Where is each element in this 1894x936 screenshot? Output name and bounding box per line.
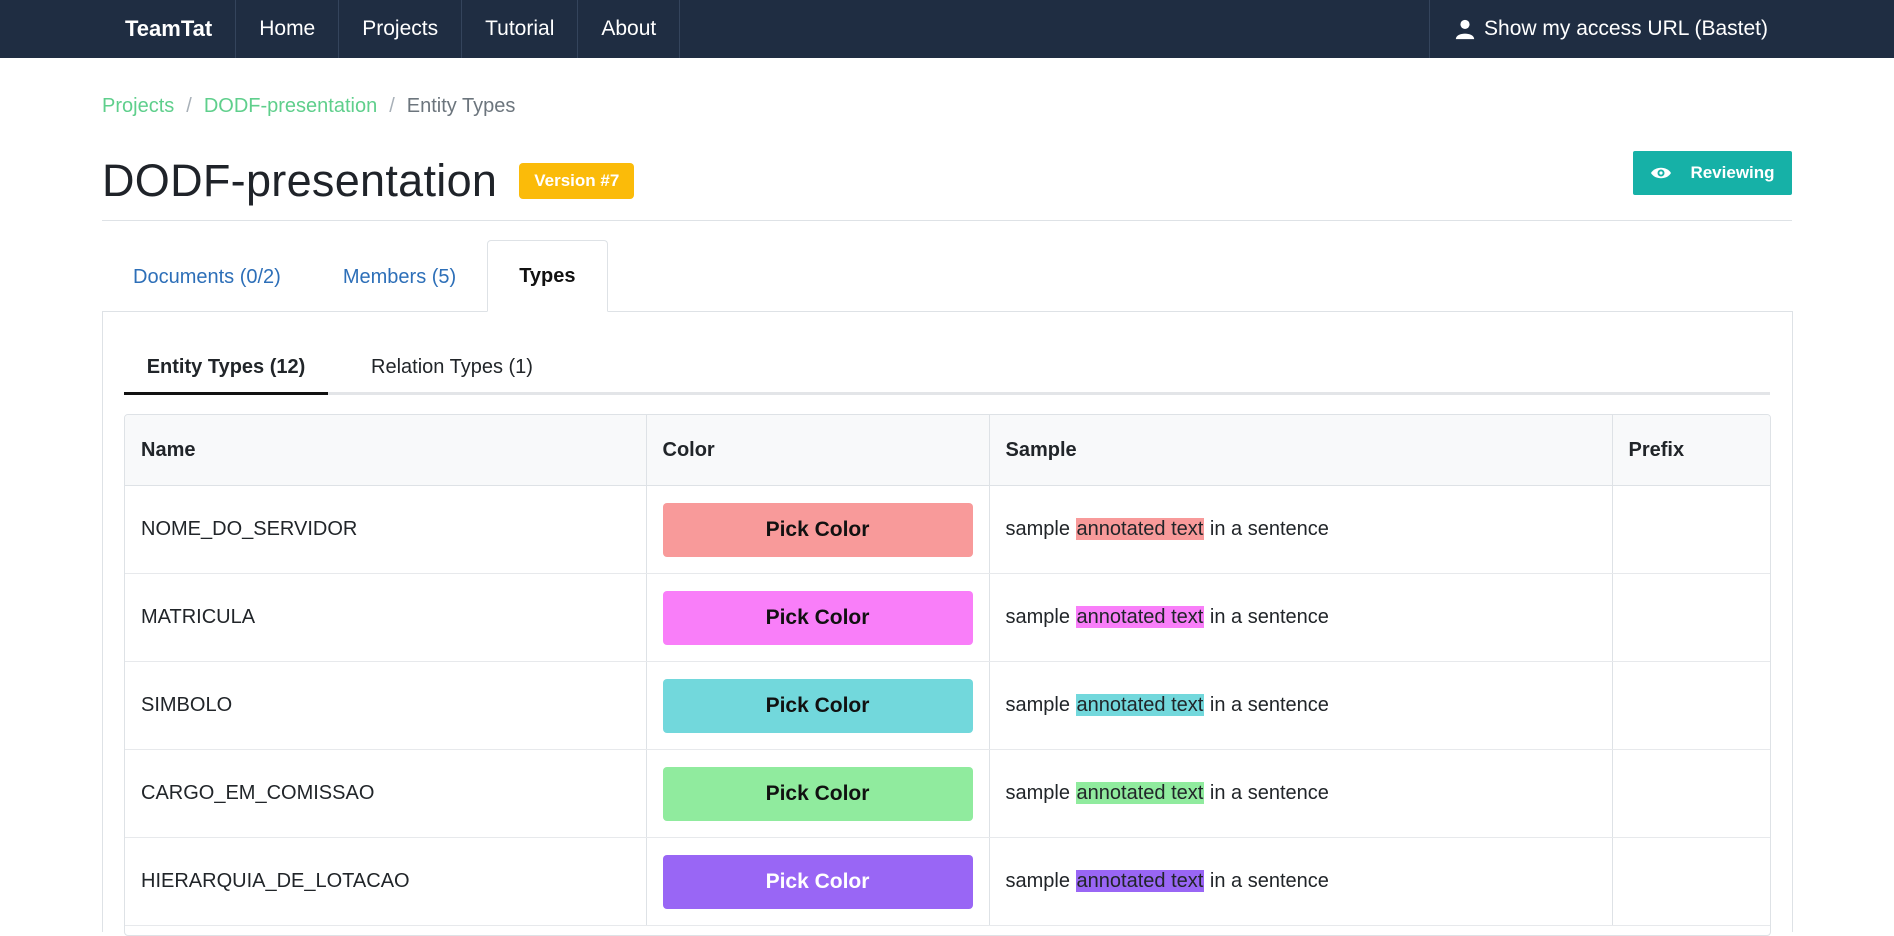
sample-before: sample bbox=[1005, 606, 1070, 628]
sample-text: sample annotated text in a sentence bbox=[989, 573, 1613, 662]
type-prefix bbox=[1612, 661, 1770, 750]
access-url-link[interactable]: Show my access URL (Bastet) bbox=[1429, 0, 1792, 58]
type-prefix bbox=[1612, 485, 1770, 574]
sample-text: sample annotated text in a sentence bbox=[989, 661, 1613, 750]
sample-text: sample annotated text in a sentence bbox=[989, 749, 1613, 838]
breadcrumb-project[interactable]: DODF-presentation bbox=[204, 95, 377, 118]
reviewing-button[interactable]: Reviewing bbox=[1633, 151, 1792, 195]
sample-after: in a sentence bbox=[1209, 606, 1329, 628]
column-header-sample: Sample bbox=[989, 415, 1613, 486]
sample-text: sample annotated text in a sentence bbox=[989, 837, 1613, 926]
column-header-name: Name bbox=[125, 415, 647, 486]
sample-before: sample bbox=[1005, 870, 1070, 892]
reviewing-label: Reviewing bbox=[1690, 163, 1775, 182]
user-icon bbox=[1455, 19, 1475, 40]
column-header-color: Color bbox=[646, 415, 990, 486]
table-header-row: Name Color Sample Prefix bbox=[125, 415, 1770, 486]
sample-after: in a sentence bbox=[1209, 694, 1329, 716]
breadcrumb: Projects / DODF-presentation / Entity Ty… bbox=[102, 95, 515, 118]
sample-highlight: annotated text bbox=[1075, 782, 1205, 804]
sample-highlight: annotated text bbox=[1075, 606, 1205, 628]
sample-after: in a sentence bbox=[1209, 518, 1329, 540]
page-title: DODF-presentation bbox=[102, 155, 498, 206]
tab-documents[interactable]: Documents (0/2) bbox=[102, 242, 312, 312]
title-row: DODF-presentation Version #7 bbox=[102, 155, 635, 207]
table-row: NOME_DO_SERVIDOR Pick Color sample annot… bbox=[125, 485, 1770, 574]
tab-members[interactable]: Members (5) bbox=[312, 242, 487, 312]
breadcrumb-projects[interactable]: Projects bbox=[102, 95, 174, 118]
sample-highlight: annotated text bbox=[1075, 870, 1205, 892]
sample-after: in a sentence bbox=[1209, 870, 1329, 892]
nav-home[interactable]: Home bbox=[235, 0, 338, 58]
sample-before: sample bbox=[1005, 782, 1070, 804]
type-name: MATRICULA bbox=[125, 573, 647, 662]
pick-color-button[interactable]: Pick Color bbox=[662, 766, 973, 821]
table-row: CARGO_EM_COMISSAO Pick Color sample anno… bbox=[125, 749, 1770, 838]
type-name: NOME_DO_SERVIDOR bbox=[125, 485, 647, 574]
top-navbar: TeamTat Home Projects Tutorial About Sho… bbox=[0, 0, 1894, 58]
nav-about[interactable]: About bbox=[577, 0, 681, 58]
sample-after: in a sentence bbox=[1209, 782, 1329, 804]
type-prefix bbox=[1612, 837, 1770, 926]
main-tabs: Documents (0/2) Members (5) Types bbox=[102, 240, 608, 312]
pick-color-button[interactable]: Pick Color bbox=[662, 590, 973, 645]
table-row: MATRICULA Pick Color sample annotated te… bbox=[125, 573, 1770, 662]
sample-before: sample bbox=[1005, 694, 1070, 716]
breadcrumb-separator: / bbox=[186, 95, 192, 117]
type-prefix bbox=[1612, 749, 1770, 838]
subtab-relation-types[interactable]: Relation Types (1) bbox=[352, 342, 552, 392]
pick-color-button[interactable]: Pick Color bbox=[662, 854, 973, 909]
entity-types-table: Name Color Sample Prefix NOME_DO_SERVIDO… bbox=[124, 414, 1771, 936]
nav-tutorial[interactable]: Tutorial bbox=[461, 0, 577, 58]
divider bbox=[102, 220, 1792, 221]
type-prefix bbox=[1612, 573, 1770, 662]
table-row: HIERARQUIA_DE_LOTACAO Pick Color sample … bbox=[125, 837, 1770, 926]
type-name: CARGO_EM_COMISSAO bbox=[125, 749, 647, 838]
sample-text: sample annotated text in a sentence bbox=[989, 485, 1613, 574]
type-name: HIERARQUIA_DE_LOTACAO bbox=[125, 837, 647, 926]
version-badge: Version #7 bbox=[519, 163, 635, 199]
nav-projects[interactable]: Projects bbox=[338, 0, 461, 58]
table-row: SIMBOLO Pick Color sample annotated text… bbox=[125, 661, 1770, 750]
brand-logo[interactable]: TeamTat bbox=[102, 0, 235, 58]
breadcrumb-separator: / bbox=[389, 95, 395, 117]
type-name: SIMBOLO bbox=[125, 661, 647, 750]
sample-highlight: annotated text bbox=[1075, 694, 1205, 716]
column-header-prefix: Prefix bbox=[1612, 415, 1770, 486]
access-url-label: Show my access URL (Bastet) bbox=[1484, 17, 1768, 40]
breadcrumb-current: Entity Types bbox=[406, 95, 516, 117]
sample-before: sample bbox=[1005, 518, 1070, 540]
eye-icon bbox=[1651, 167, 1672, 179]
type-subtabs: Entity Types (12) Relation Types (1) bbox=[124, 342, 1770, 395]
subtab-entity-types[interactable]: Entity Types (12) bbox=[124, 342, 328, 395]
tab-types[interactable]: Types bbox=[487, 240, 608, 312]
sample-highlight: annotated text bbox=[1075, 518, 1205, 540]
pick-color-button[interactable]: Pick Color bbox=[662, 502, 973, 557]
pick-color-button[interactable]: Pick Color bbox=[662, 678, 973, 733]
